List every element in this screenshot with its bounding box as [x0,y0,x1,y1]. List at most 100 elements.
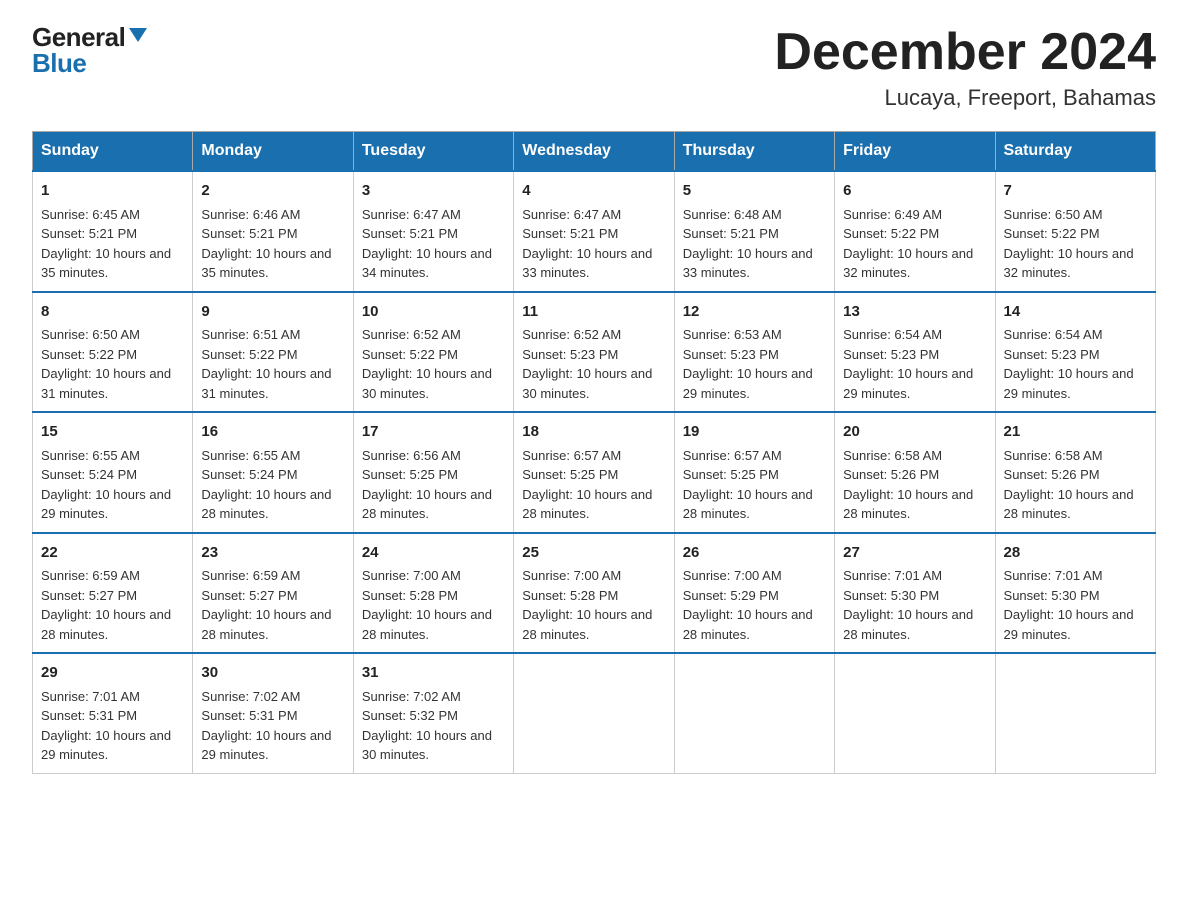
day-info: Sunrise: 6:47 AMSunset: 5:21 PMDaylight:… [362,207,492,281]
day-number: 20 [843,421,986,444]
table-row: 5 Sunrise: 6:48 AMSunset: 5:21 PMDayligh… [674,171,834,292]
day-info: Sunrise: 7:01 AMSunset: 5:30 PMDaylight:… [1004,568,1134,642]
day-number: 12 [683,301,826,324]
table-row: 24 Sunrise: 7:00 AMSunset: 5:28 PMDaylig… [353,533,513,654]
day-number: 21 [1004,421,1147,444]
calendar-table: Sunday Monday Tuesday Wednesday Thursday… [32,131,1156,774]
day-info: Sunrise: 6:52 AMSunset: 5:23 PMDaylight:… [522,327,652,401]
day-number: 9 [201,301,344,324]
table-row: 13 Sunrise: 6:54 AMSunset: 5:23 PMDaylig… [835,292,995,413]
table-row: 23 Sunrise: 6:59 AMSunset: 5:27 PMDaylig… [193,533,353,654]
weekday-header-row: Sunday Monday Tuesday Wednesday Thursday… [33,132,1156,172]
table-row: 8 Sunrise: 6:50 AMSunset: 5:22 PMDayligh… [33,292,193,413]
day-number: 8 [41,301,184,324]
table-row: 27 Sunrise: 7:01 AMSunset: 5:30 PMDaylig… [835,533,995,654]
day-info: Sunrise: 6:54 AMSunset: 5:23 PMDaylight:… [843,327,973,401]
day-number: 23 [201,542,344,565]
day-number: 2 [201,180,344,203]
calendar-week-1: 1 Sunrise: 6:45 AMSunset: 5:21 PMDayligh… [33,171,1156,292]
table-row: 30 Sunrise: 7:02 AMSunset: 5:31 PMDaylig… [193,653,353,773]
table-row: 22 Sunrise: 6:59 AMSunset: 5:27 PMDaylig… [33,533,193,654]
day-number: 31 [362,662,505,685]
table-row: 17 Sunrise: 6:56 AMSunset: 5:25 PMDaylig… [353,412,513,533]
day-info: Sunrise: 7:01 AMSunset: 5:30 PMDaylight:… [843,568,973,642]
day-info: Sunrise: 6:59 AMSunset: 5:27 PMDaylight:… [41,568,171,642]
calendar-location: Lucaya, Freeport, Bahamas [774,85,1156,111]
day-number: 6 [843,180,986,203]
day-info: Sunrise: 6:57 AMSunset: 5:25 PMDaylight:… [683,448,813,522]
day-info: Sunrise: 7:00 AMSunset: 5:28 PMDaylight:… [362,568,492,642]
table-row: 18 Sunrise: 6:57 AMSunset: 5:25 PMDaylig… [514,412,674,533]
table-row: 16 Sunrise: 6:55 AMSunset: 5:24 PMDaylig… [193,412,353,533]
day-number: 24 [362,542,505,565]
header-sunday: Sunday [33,132,193,172]
day-number: 19 [683,421,826,444]
day-info: Sunrise: 6:45 AMSunset: 5:21 PMDaylight:… [41,207,171,281]
day-info: Sunrise: 6:56 AMSunset: 5:25 PMDaylight:… [362,448,492,522]
calendar-week-4: 22 Sunrise: 6:59 AMSunset: 5:27 PMDaylig… [33,533,1156,654]
table-row: 31 Sunrise: 7:02 AMSunset: 5:32 PMDaylig… [353,653,513,773]
day-number: 29 [41,662,184,685]
day-number: 18 [522,421,665,444]
day-number: 5 [683,180,826,203]
day-info: Sunrise: 6:50 AMSunset: 5:22 PMDaylight:… [41,327,171,401]
header-friday: Friday [835,132,995,172]
logo-general-text: General [32,24,125,50]
header-thursday: Thursday [674,132,834,172]
day-info: Sunrise: 6:49 AMSunset: 5:22 PMDaylight:… [843,207,973,281]
calendar-week-3: 15 Sunrise: 6:55 AMSunset: 5:24 PMDaylig… [33,412,1156,533]
day-info: Sunrise: 6:46 AMSunset: 5:21 PMDaylight:… [201,207,331,281]
day-number: 4 [522,180,665,203]
day-number: 10 [362,301,505,324]
table-row: 28 Sunrise: 7:01 AMSunset: 5:30 PMDaylig… [995,533,1155,654]
calendar-title: December 2024 [774,24,1156,81]
day-number: 27 [843,542,986,565]
table-row: 15 Sunrise: 6:55 AMSunset: 5:24 PMDaylig… [33,412,193,533]
title-block: December 2024 Lucaya, Freeport, Bahamas [774,24,1156,111]
day-info: Sunrise: 6:50 AMSunset: 5:22 PMDaylight:… [1004,207,1134,281]
table-row: 19 Sunrise: 6:57 AMSunset: 5:25 PMDaylig… [674,412,834,533]
logo-blue-text: Blue [32,50,86,76]
table-row: 12 Sunrise: 6:53 AMSunset: 5:23 PMDaylig… [674,292,834,413]
table-row: 25 Sunrise: 7:00 AMSunset: 5:28 PMDaylig… [514,533,674,654]
table-row: 14 Sunrise: 6:54 AMSunset: 5:23 PMDaylig… [995,292,1155,413]
table-row: 4 Sunrise: 6:47 AMSunset: 5:21 PMDayligh… [514,171,674,292]
table-row [514,653,674,773]
day-info: Sunrise: 6:52 AMSunset: 5:22 PMDaylight:… [362,327,492,401]
day-info: Sunrise: 6:59 AMSunset: 5:27 PMDaylight:… [201,568,331,642]
header-monday: Monday [193,132,353,172]
day-number: 13 [843,301,986,324]
day-info: Sunrise: 6:58 AMSunset: 5:26 PMDaylight:… [1004,448,1134,522]
day-info: Sunrise: 6:53 AMSunset: 5:23 PMDaylight:… [683,327,813,401]
table-row: 10 Sunrise: 6:52 AMSunset: 5:22 PMDaylig… [353,292,513,413]
page-header: General Blue December 2024 Lucaya, Freep… [32,24,1156,111]
table-row [674,653,834,773]
day-info: Sunrise: 6:57 AMSunset: 5:25 PMDaylight:… [522,448,652,522]
day-info: Sunrise: 6:55 AMSunset: 5:24 PMDaylight:… [41,448,171,522]
table-row: 2 Sunrise: 6:46 AMSunset: 5:21 PMDayligh… [193,171,353,292]
day-info: Sunrise: 6:58 AMSunset: 5:26 PMDaylight:… [843,448,973,522]
day-number: 25 [522,542,665,565]
calendar-week-5: 29 Sunrise: 7:01 AMSunset: 5:31 PMDaylig… [33,653,1156,773]
table-row: 3 Sunrise: 6:47 AMSunset: 5:21 PMDayligh… [353,171,513,292]
day-info: Sunrise: 6:48 AMSunset: 5:21 PMDaylight:… [683,207,813,281]
table-row: 11 Sunrise: 6:52 AMSunset: 5:23 PMDaylig… [514,292,674,413]
day-number: 11 [522,301,665,324]
day-number: 26 [683,542,826,565]
day-info: Sunrise: 7:02 AMSunset: 5:31 PMDaylight:… [201,689,331,763]
day-info: Sunrise: 6:55 AMSunset: 5:24 PMDaylight:… [201,448,331,522]
day-info: Sunrise: 7:00 AMSunset: 5:29 PMDaylight:… [683,568,813,642]
header-saturday: Saturday [995,132,1155,172]
day-info: Sunrise: 6:54 AMSunset: 5:23 PMDaylight:… [1004,327,1134,401]
day-number: 7 [1004,180,1147,203]
table-row: 6 Sunrise: 6:49 AMSunset: 5:22 PMDayligh… [835,171,995,292]
day-number: 16 [201,421,344,444]
table-row: 1 Sunrise: 6:45 AMSunset: 5:21 PMDayligh… [33,171,193,292]
day-number: 22 [41,542,184,565]
logo-arrow-icon [127,24,149,46]
table-row [995,653,1155,773]
table-row: 21 Sunrise: 6:58 AMSunset: 5:26 PMDaylig… [995,412,1155,533]
day-info: Sunrise: 7:01 AMSunset: 5:31 PMDaylight:… [41,689,171,763]
logo: General Blue [32,24,149,76]
day-number: 30 [201,662,344,685]
